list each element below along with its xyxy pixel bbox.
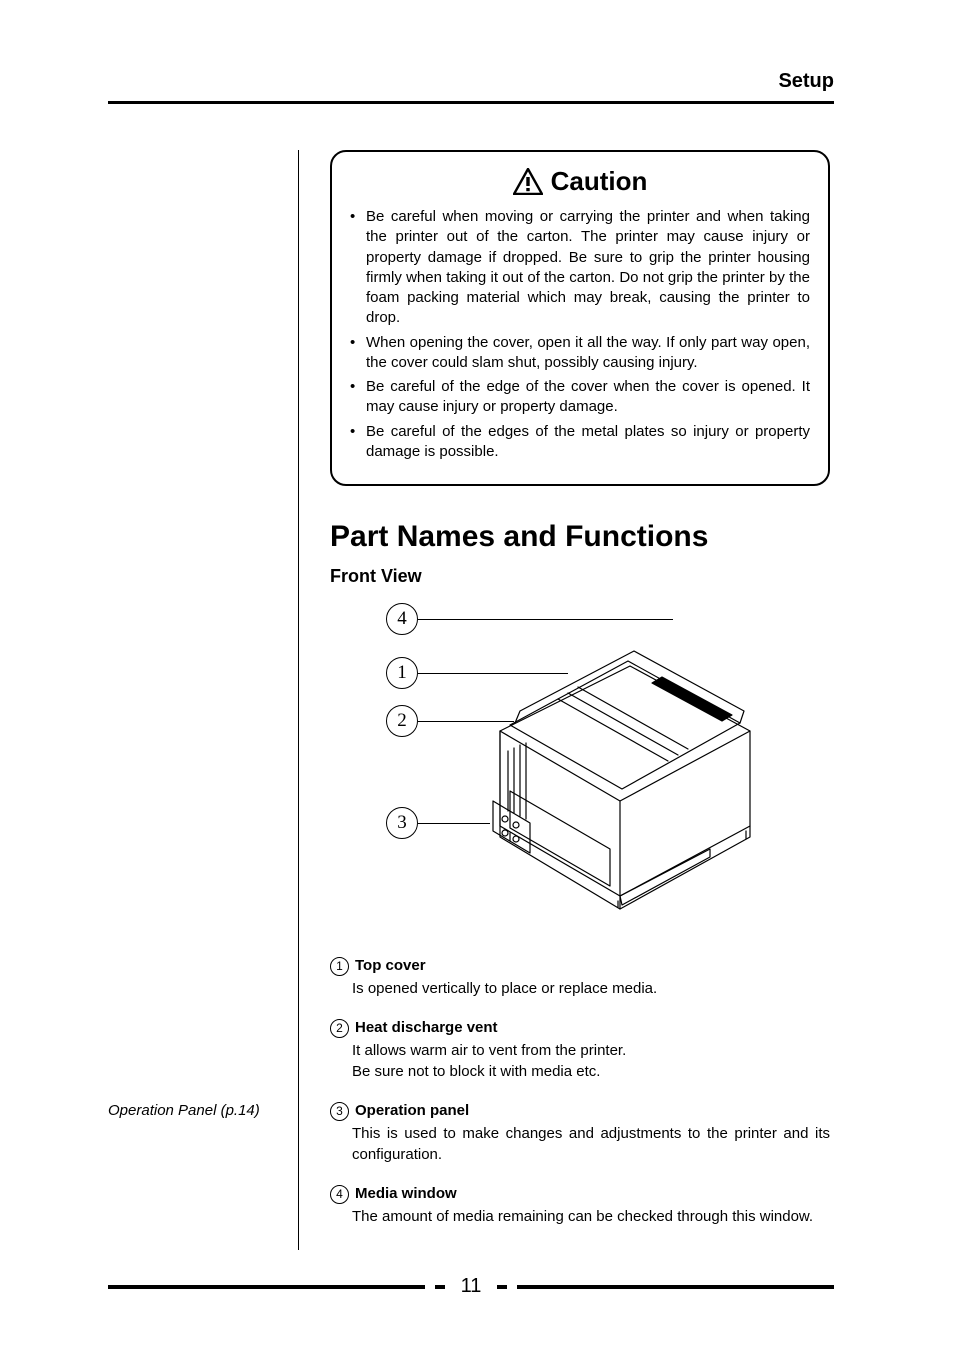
callout-line [418,823,490,824]
printer-illustration [360,601,830,941]
caution-box: Caution Be careful when moving or carryi… [330,150,830,486]
column-divider [298,150,299,1250]
caution-list: Be careful when moving or carrying the p… [350,207,810,462]
caution-item: Be careful of the edges of the metal pla… [350,422,810,463]
callout-1: 1 [386,657,418,689]
warning-icon [513,168,543,195]
part-desc: Is opened vertically to place or replace… [352,978,830,999]
callout-3: 3 [386,807,418,839]
footer-rule [108,1285,425,1289]
page-number: 11 [455,1275,488,1298]
part-desc: The amount of media remaining can be che… [352,1206,830,1227]
callout-4: 4 [386,603,418,635]
part-desc: It allows warm air to vent from the prin… [352,1040,830,1082]
part-item: 1 Top cover Is opened vertically to plac… [330,955,830,999]
callout-2: 2 [386,705,418,737]
part-title: Heat discharge vent [355,1017,498,1038]
part-number-icon: 3 [330,1102,349,1121]
parts-list: 1 Top cover Is opened vertically to plac… [330,955,830,1227]
part-title: Top cover [355,955,426,976]
section-heading: Part Names and Functions [330,520,830,554]
callout-line [418,619,673,620]
footer-rule [517,1285,834,1289]
part-title: Media window [355,1183,457,1204]
main-content: Caution Be careful when moving or carryi… [330,150,830,1245]
part-item: 4 Media window The amount of media remai… [330,1183,830,1227]
caution-item: Be careful of the edge of the cover when… [350,377,810,418]
caution-item: When opening the cover, open it all the … [350,333,810,374]
page-header: Setup [108,70,834,104]
part-item: 3 Operation panel This is used to make c… [330,1100,830,1165]
header-rule [108,101,834,104]
footer-rule-tick [435,1285,445,1289]
sidebar-xref: Operation Panel (p.14) [108,1102,260,1119]
callout-line [418,721,514,722]
footer-rule-tick [497,1285,507,1289]
part-title: Operation panel [355,1100,469,1121]
part-desc: This is used to make changes and adjustm… [352,1123,830,1165]
caution-title: Caution [551,166,648,197]
callout-line [418,673,568,674]
part-number-icon: 2 [330,1019,349,1038]
footer: 11 [108,1275,834,1298]
sub-heading: Front View [330,566,830,587]
part-number-icon: 1 [330,957,349,976]
part-number-icon: 4 [330,1185,349,1204]
section-tab: Setup [108,70,834,93]
front-view-figure: 4 1 2 3 [360,601,830,941]
part-item: 2 Heat discharge vent It allows warm air… [330,1017,830,1082]
caution-item: Be careful when moving or carrying the p… [350,207,810,329]
